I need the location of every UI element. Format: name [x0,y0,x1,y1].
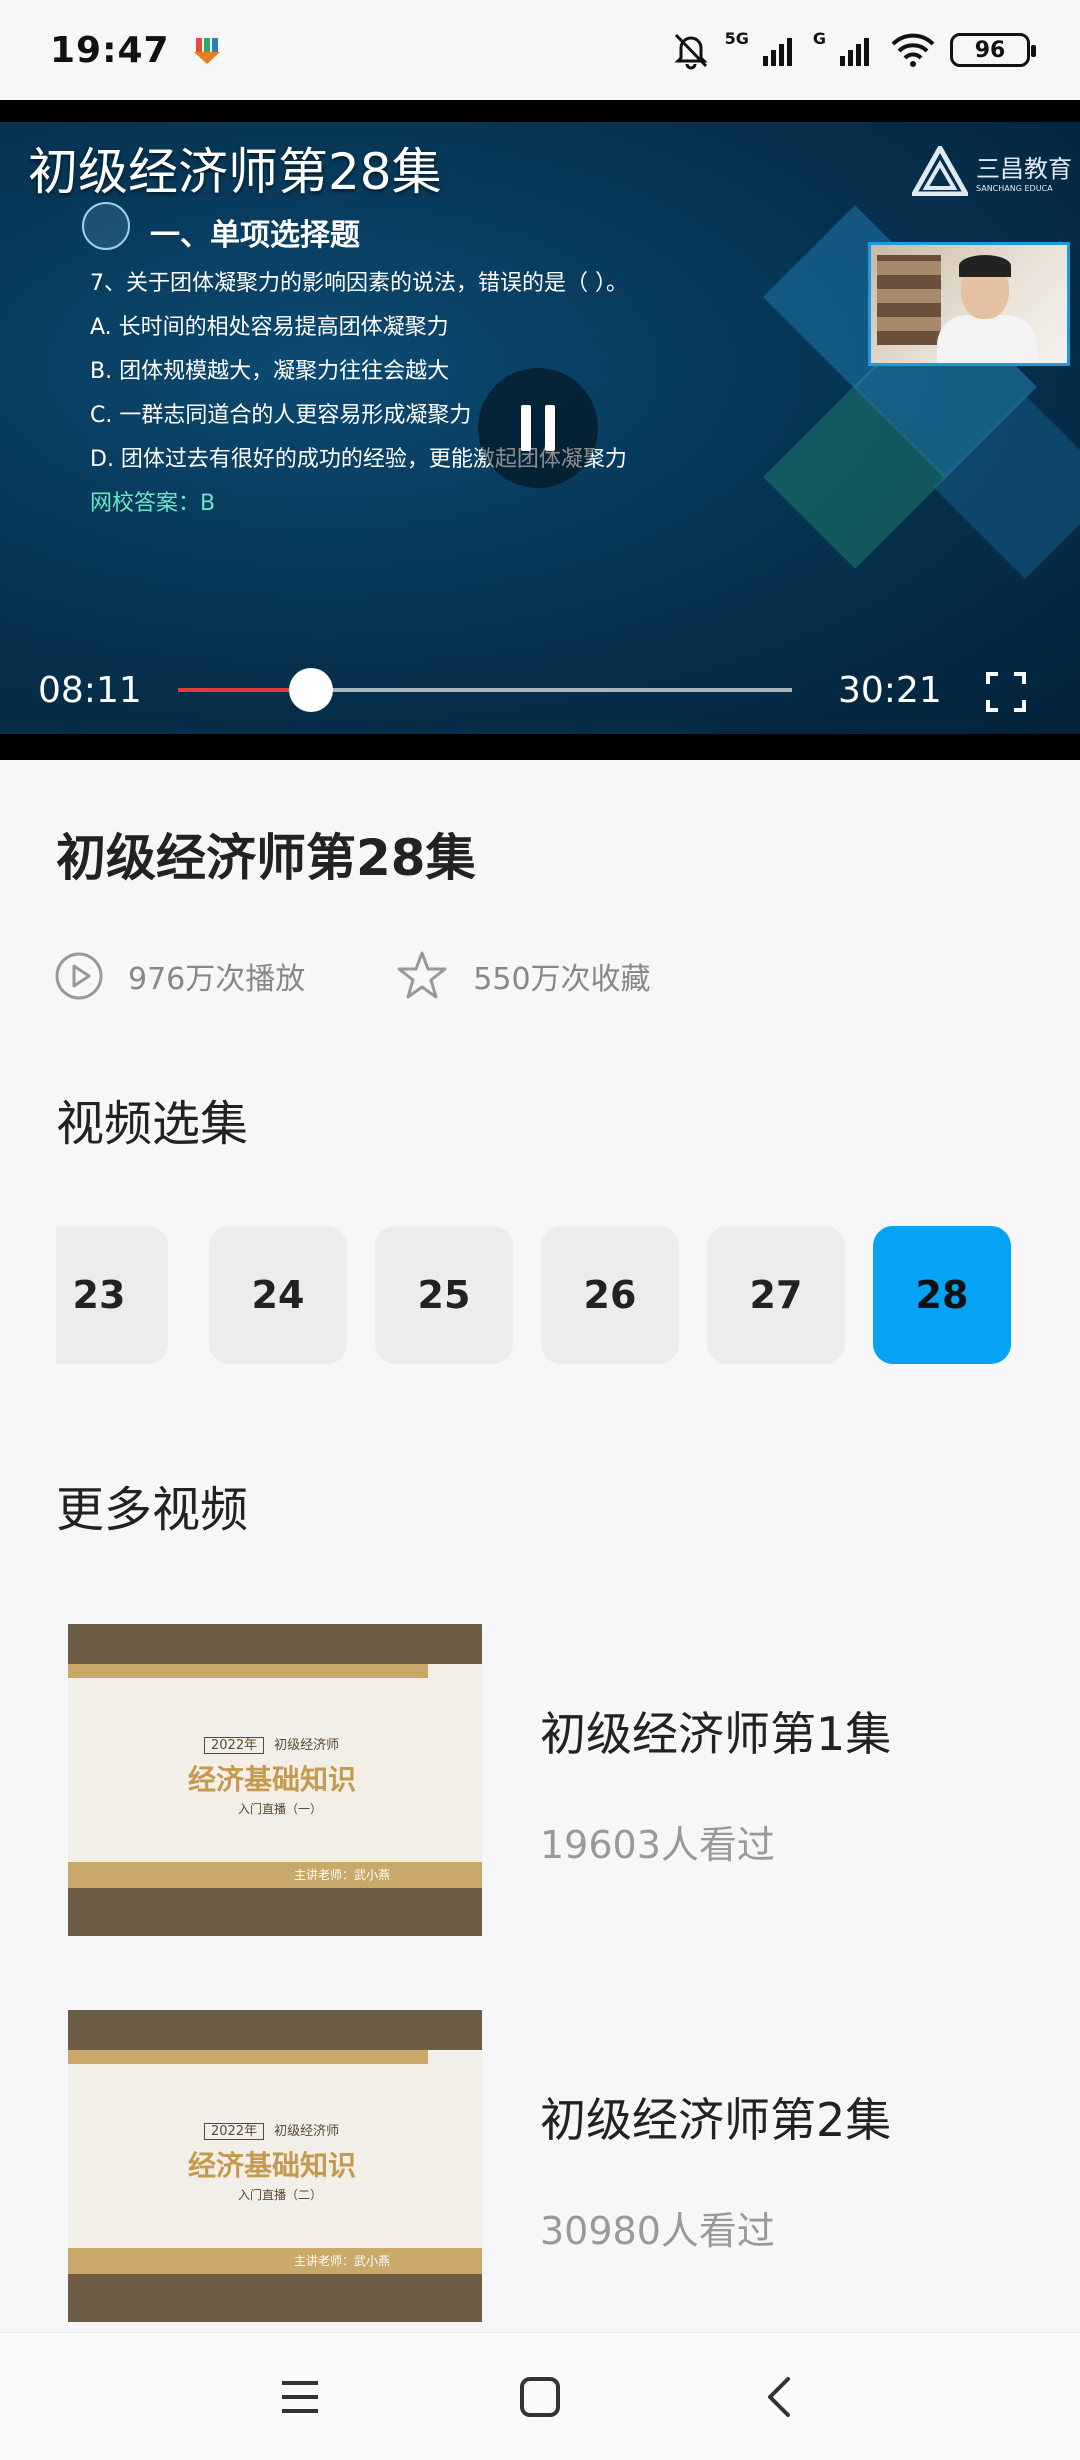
player-controls: 08:11 30:21 [0,660,1080,720]
question-line: A. 长时间的相处容易提高团体凝聚力 [90,315,449,340]
video-stats: 976万次播放 550万次收藏 [54,950,741,1002]
question-answer: 网校答案：B [90,491,216,516]
thumbnail-teacher: 主讲老师：武小燕 [294,1868,391,1882]
section-badge-icon [82,202,130,250]
thumbnail-year: 2022年 初级经济师 [204,1734,339,1754]
pause-button[interactable] [478,368,598,488]
video-thumbnail[interactable]: 2022年 初级经济师 经济基础知识 入门直播（二） 主讲老师：武小燕 [68,2010,482,2322]
status-time: 19:47 [50,29,170,71]
episode-24-button[interactable]: 24 [209,1226,347,1364]
thumbnail-subtitle: 入门直播（二） [238,2188,323,2202]
episodes-heading: 视频选集 [56,1096,249,1152]
signal-icon-2 [840,38,869,66]
battery-level: 96 [974,37,1006,63]
back-icon[interactable] [758,2375,802,2419]
episode-list[interactable]: 23 24 25 26 27 28 [56,1226,1056,1366]
teacher-camera-overlay [868,242,1070,366]
more-video-title[interactable]: 初级经济师第2集 [540,2084,891,2150]
more-video-item[interactable]: 2022年 初级经济师 经济基础知识 入门直播（二） 主讲老师：武小燕 初级经济师… [68,2010,1068,2322]
brand-logo-text: 三昌教育 [976,155,1072,183]
menu-icon[interactable] [278,2375,322,2419]
home-icon[interactable] [518,2375,562,2419]
thumbnail-subtitle: 入门直播（一） [238,1802,323,1816]
play-count: 976万次播放 [54,951,305,1001]
episode-23-button[interactable]: 23 [56,1226,168,1364]
brand-logo: 三昌教育 SANCHANG EDUCA [912,146,1072,196]
thumbnail-teacher: 主讲老师：武小燕 [294,2254,391,2268]
question-line: 7、关于团体凝聚力的影响因素的说法，错误的是（ ）。 [90,271,628,296]
star-icon [397,951,447,999]
brand-logo-icon [912,146,968,196]
more-video-item[interactable]: 2022年 初级经济师 经济基础知识 入门直播（一） 主讲老师：武小燕 初级经济师… [68,1624,1068,1936]
brand-logo-subtext: SANCHANG EDUCA [976,184,1053,193]
favorite-count-label: 550万次收藏 [473,962,651,997]
more-videos-heading: 更多视频 [56,1482,249,1538]
slide-section-title: 一、单项选择题 [150,218,360,253]
more-video-views: 30980人看过 [540,2209,775,2253]
video-player[interactable]: 一、单项选择题 7、关于团体凝聚力的影响因素的说法，错误的是（ ）。 A. 长时… [0,100,1080,760]
episode-26-button[interactable]: 26 [541,1226,679,1364]
seek-bar[interactable] [178,668,792,712]
more-video-title[interactable]: 初级经济师第1集 [540,1698,891,1764]
more-video-views: 19603人看过 [540,1823,775,1867]
video-thumbnail[interactable]: 2022年 初级经济师 经济基础知识 入门直播（一） 主讲老师：武小燕 [68,1624,482,1936]
network-g-label: G [812,28,826,48]
play-count-label: 976万次播放 [128,962,306,997]
episode-27-button[interactable]: 27 [707,1226,845,1364]
thumbnail-year: 2022年 初级经济师 [204,2120,339,2140]
current-time: 08:11 [38,669,142,711]
signal-icon [762,38,792,66]
download-app-icon [193,38,220,64]
seek-thumb[interactable] [289,668,334,712]
episode-25-button[interactable]: 25 [375,1226,513,1364]
fullscreen-icon[interactable] [986,672,1026,712]
video-info-title: 初级经济师第28集 [56,829,476,887]
wifi-icon [891,33,935,67]
pause-icon [521,405,531,451]
play-circle-icon [55,952,103,1000]
video-title: 初级经济师第28集 [28,143,442,201]
system-nav-bar [0,2332,1080,2460]
thumbnail-title: 经济基础知识 [188,2149,357,2182]
status-bar: 19:47 5G G 96 [0,0,1080,100]
thumbnail-title: 经济基础知识 [188,1763,357,1796]
battery-indicator: 96 [950,33,1036,67]
network-5g-label: 5G [724,28,749,48]
episode-28-button[interactable]: 28 [873,1226,1011,1364]
favorite-count[interactable]: 550万次收藏 [395,950,651,1002]
silent-bell-icon [673,33,708,70]
duration: 30:21 [838,669,942,711]
